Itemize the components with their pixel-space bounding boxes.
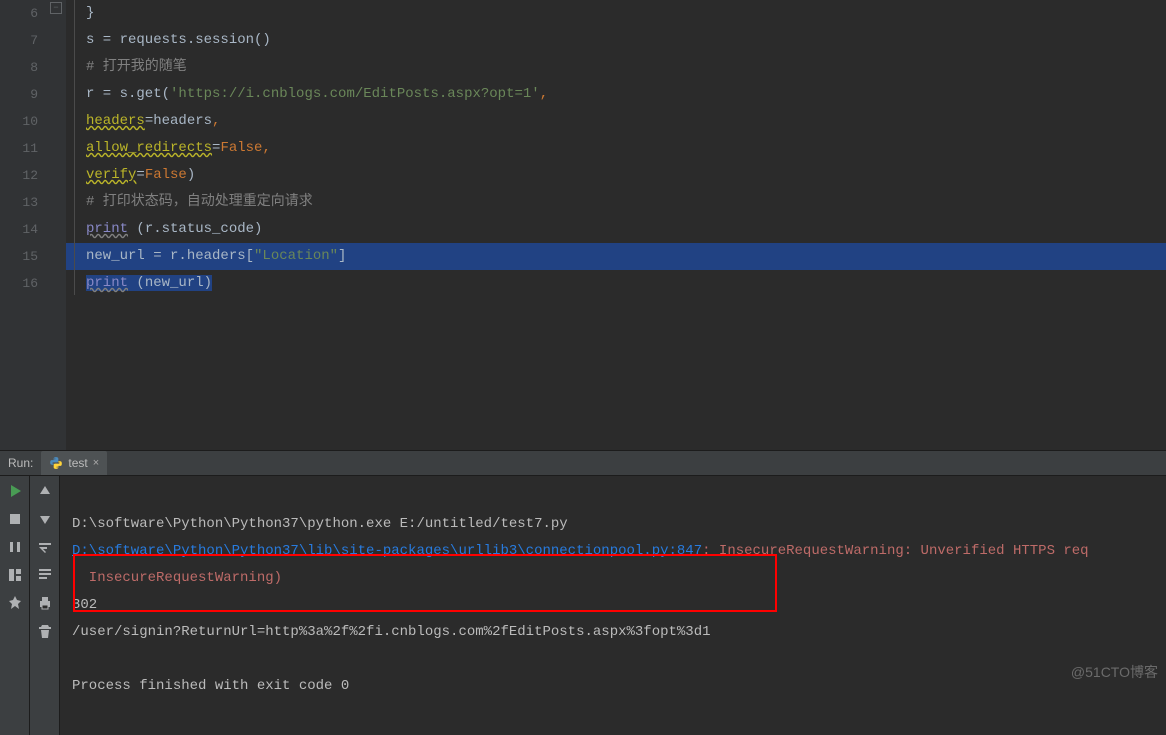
code-content[interactable]: } s = requests.session() # 打开我的随笔 r = s.…: [66, 0, 1166, 450]
console-line: /user/signin?ReturnUrl=http%3a%2f%2fi.cn…: [72, 624, 711, 640]
run-body: D:\software\Python\Python37\python.exe E…: [0, 476, 1166, 735]
console-warning: InsecureRequestWarning): [72, 570, 282, 586]
run-toolbar-secondary: [30, 476, 60, 735]
code-line-14[interactable]: print (r.status_code): [66, 216, 1166, 243]
clear-all-button[interactable]: [36, 622, 54, 640]
up-button[interactable]: [36, 482, 54, 500]
console-output[interactable]: D:\software\Python\Python37\python.exe E…: [60, 476, 1166, 735]
run-tab-label: test: [68, 456, 87, 470]
code-line-15[interactable]: new_url = r.headers["Location"]: [66, 243, 1166, 270]
pause-button[interactable]: [6, 538, 24, 556]
run-tool-window: Run: test × D:\software\Python\Python37\…: [0, 450, 1166, 688]
code-line-11[interactable]: allow_redirects=False,: [66, 135, 1166, 162]
line-number: 9: [0, 81, 38, 108]
stop-button[interactable]: [6, 510, 24, 528]
line-number: 7: [0, 27, 38, 54]
run-label: Run:: [0, 456, 41, 470]
run-header: Run: test ×: [0, 451, 1166, 476]
run-tab[interactable]: test ×: [41, 451, 107, 475]
line-number: 13: [0, 189, 38, 216]
code-line-12[interactable]: verify=False): [66, 162, 1166, 189]
fold-collapse-icon[interactable]: −: [50, 2, 62, 14]
down-button[interactable]: [36, 510, 54, 528]
code-line-7[interactable]: s = requests.session(): [66, 27, 1166, 54]
code-editor[interactable]: 6 7 8 9 10 11 12 13 14 15 16 − } s = req…: [0, 0, 1166, 450]
code-line-8[interactable]: # 打开我的随笔: [66, 54, 1166, 81]
code-line-13[interactable]: # 打印状态码，自动处理重定向请求: [66, 189, 1166, 216]
indent-guide: [74, 0, 75, 295]
line-number: 10: [0, 108, 38, 135]
line-number: 6: [0, 0, 38, 27]
run-toolbar-primary: [0, 476, 30, 735]
console-link[interactable]: D:\software\Python\Python37\lib\site-pac…: [72, 543, 702, 559]
console-warning: : InsecureRequestWarning: Unverified HTT…: [702, 543, 1088, 559]
print-button[interactable]: [36, 594, 54, 612]
close-icon[interactable]: ×: [93, 457, 99, 469]
fold-column: −: [48, 0, 66, 450]
line-number: 11: [0, 135, 38, 162]
code-line-6[interactable]: }: [66, 0, 1166, 27]
pin-button[interactable]: [6, 594, 24, 612]
console-line: 302: [72, 597, 97, 613]
code-line-10[interactable]: headers=headers,: [66, 108, 1166, 135]
scroll-to-end-button[interactable]: [36, 566, 54, 584]
line-number-gutter: 6 7 8 9 10 11 12 13 14 15 16: [0, 0, 48, 450]
console-line: D:\software\Python\Python37\python.exe E…: [72, 516, 568, 532]
line-number: 8: [0, 54, 38, 81]
soft-wrap-button[interactable]: [36, 538, 54, 556]
watermark: @51CTO博客: [1071, 662, 1158, 682]
console-line: Process finished with exit code 0: [72, 678, 349, 694]
layout-button[interactable]: [6, 566, 24, 584]
line-number: 12: [0, 162, 38, 189]
line-number: 16: [0, 270, 38, 297]
python-icon: [49, 456, 63, 470]
line-number: 14: [0, 216, 38, 243]
rerun-button[interactable]: [6, 482, 24, 500]
code-line-9[interactable]: r = s.get('https://i.cnblogs.com/EditPos…: [66, 81, 1166, 108]
line-number: 15: [0, 243, 38, 270]
code-line-16[interactable]: print (new_url): [66, 270, 1166, 297]
